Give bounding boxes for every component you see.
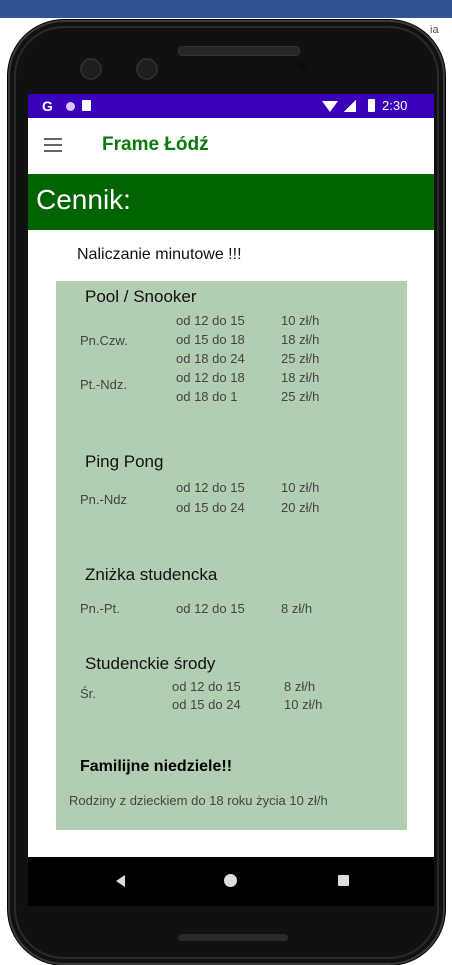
pool-hours: od 18 do 24 bbox=[176, 351, 245, 366]
edge-text: ia bbox=[430, 24, 439, 36]
top-window-bar bbox=[0, 0, 452, 18]
pingpong-day: Pn.-Ndz bbox=[80, 492, 127, 507]
home-icon[interactable] bbox=[224, 874, 237, 887]
page-title: Cennik: bbox=[36, 184, 131, 215]
phone-screen: G 2:30 Frame Łódź Cennik: Naliczanie min… bbox=[28, 94, 434, 906]
app-bar: Frame Łódź bbox=[28, 118, 434, 174]
status-time: 2:30 bbox=[382, 98, 408, 113]
pool-day-weekend: Pt.-Ndz. bbox=[80, 377, 127, 392]
student-wednesday-hours: od 15 do 24 bbox=[172, 697, 241, 712]
student-wednesday-day: Śr. bbox=[80, 686, 96, 701]
earpiece-speaker bbox=[178, 46, 300, 56]
pool-day-weekdays: Pn.Czw. bbox=[80, 333, 128, 348]
family-description: Rodziny z dzieckiem do 18 roku życia 10 … bbox=[69, 793, 328, 808]
pingpong-hours: od 15 do 24 bbox=[176, 500, 245, 515]
student-wednesday-price: 10 zł/h bbox=[284, 697, 323, 712]
page-banner: Cennik: bbox=[28, 174, 434, 230]
pool-price: 25 zł/h bbox=[281, 351, 320, 366]
student-discount-price: 8 zł/h bbox=[281, 601, 313, 616]
section-title-student-discount: Zniżka studencka bbox=[85, 565, 218, 584]
back-icon[interactable] bbox=[116, 875, 125, 887]
notification-dot-icon bbox=[66, 102, 75, 111]
sd-card-icon bbox=[82, 100, 91, 111]
billing-notice: Naliczanie minutowe !!! bbox=[77, 246, 242, 263]
pool-price: 18 zł/h bbox=[281, 370, 320, 385]
price-panel: Pool / Snooker Pn.Czw. od 12 do 15 od 15… bbox=[56, 281, 407, 830]
battery-icon bbox=[368, 99, 375, 112]
recent-apps-icon[interactable] bbox=[338, 875, 349, 886]
pool-hours: od 18 do 1 bbox=[176, 389, 238, 404]
google-icon: G bbox=[42, 98, 53, 114]
student-wednesday-hours: od 12 do 15 bbox=[172, 679, 241, 694]
pool-hours: od 12 do 18 bbox=[176, 370, 245, 385]
pool-hours: od 15 do 18 bbox=[176, 332, 245, 347]
pingpong-hours: od 12 do 15 bbox=[176, 480, 245, 495]
pool-price: 25 zł/h bbox=[281, 389, 320, 404]
app-title: Frame Łódź bbox=[102, 134, 209, 155]
section-title-family: Familijne niedziele!! bbox=[80, 758, 233, 775]
pool-price: 10 zł/h bbox=[281, 313, 320, 328]
section-title-pingpong: Ping Pong bbox=[85, 452, 164, 471]
front-camera-icon bbox=[80, 58, 102, 80]
pingpong-price: 20 zł/h bbox=[281, 500, 320, 515]
pool-price: 18 zł/h bbox=[281, 332, 320, 347]
status-bar: G 2:30 bbox=[28, 94, 434, 118]
student-discount-hours: od 12 do 15 bbox=[176, 601, 245, 616]
navigation-bar bbox=[28, 857, 434, 906]
section-title-student-wednesday: Studenckie środy bbox=[85, 654, 216, 673]
student-discount-day: Pn.-Pt. bbox=[80, 601, 120, 616]
section-title-pool: Pool / Snooker bbox=[85, 287, 197, 306]
pool-hours: od 12 do 15 bbox=[176, 313, 245, 328]
pingpong-price: 10 zł/h bbox=[281, 480, 320, 495]
front-sensor-icon bbox=[136, 58, 158, 80]
bottom-speaker bbox=[178, 934, 288, 941]
menu-icon[interactable] bbox=[44, 138, 62, 152]
student-wednesday-price: 8 zł/h bbox=[284, 679, 316, 694]
wifi-icon bbox=[322, 101, 338, 112]
proximity-sensor bbox=[298, 62, 306, 70]
cell-signal-icon bbox=[344, 100, 356, 112]
